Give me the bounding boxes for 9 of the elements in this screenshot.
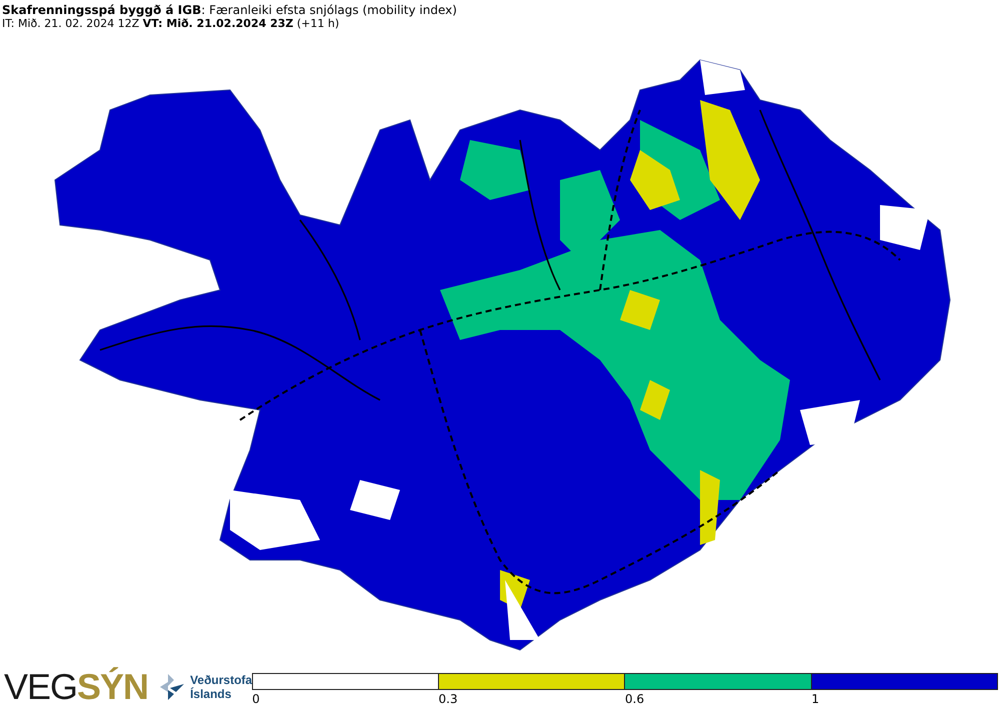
legend-label: 0.6 xyxy=(625,692,644,706)
legend-label: 1 xyxy=(812,692,820,706)
vedurstofa-logo-text: Veðurstofa Íslands xyxy=(190,673,252,701)
map-title: Skafrenningsspá byggð á IGB: Færanleiki efsta snjólags (mobility index) xyxy=(2,3,458,17)
legend-label: 0.3 xyxy=(438,692,458,706)
vegsyn-logo: VEGSÝN xyxy=(3,667,148,707)
forecast-time: IT: Mið. 21. 02. 2024 12Z VT: Mið. 21.02.2024 23Z (+11 h) xyxy=(2,17,340,31)
star-logo-icon xyxy=(158,672,186,702)
legend-label: 0 xyxy=(252,692,260,706)
